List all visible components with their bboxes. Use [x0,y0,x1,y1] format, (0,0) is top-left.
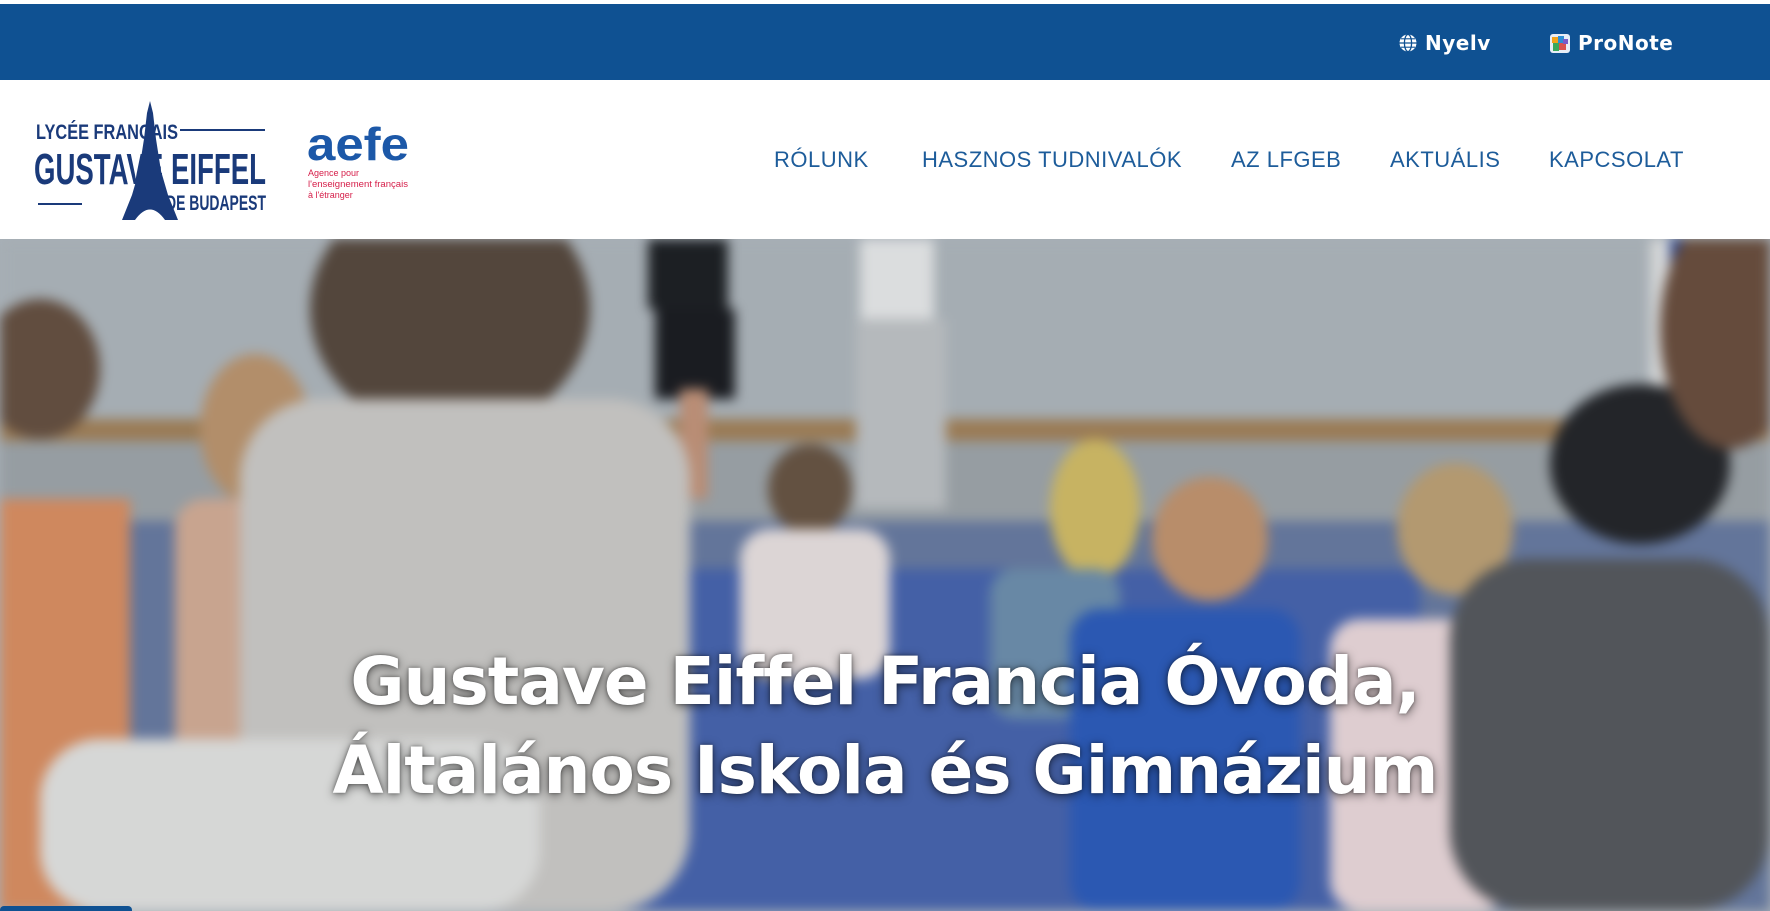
aefe-logo-line2: l'enseignement français [308,179,409,189]
language-label: Nyelv [1425,31,1491,55]
nav-item-aktualis[interactable]: AKTUÁLIS [1390,143,1500,177]
language-selector[interactable]: Nyelv [1398,28,1491,58]
hero-title-line-2: Általános Iskola és Gimnázium [332,732,1439,809]
aefe-logo-line3: à l'étranger [308,190,353,200]
hero-banner: Gustave Eiffel Francia Óvoda, Általános … [0,239,1770,911]
nav-item-kapcsolat[interactable]: KAPCSOLAT [1549,143,1684,177]
lycee-logo-line3: DE BUDAPEST [166,192,266,215]
corner-tab[interactable] [0,906,132,911]
site-header: LYCÉE FRANÇAIS GUSTAVE EIFFEL DE BUDAPES… [0,80,1770,239]
globe-icon [1399,33,1417,53]
hero-title-line-1: Gustave Eiffel Francia Óvoda, [350,643,1420,720]
top-utility-bar: Nyelv ProNote [0,4,1770,80]
hero-title: Gustave Eiffel Francia Óvoda, Általános … [0,637,1770,815]
lycee-logo-line1: LYCÉE FRANÇAIS [36,121,178,144]
pronote-label: ProNote [1578,31,1674,55]
nav-item-rolunk[interactable]: RÓLUNK [774,143,869,177]
pronote-icon [1550,34,1570,53]
pronote-link[interactable]: ProNote [1549,28,1673,58]
nav-item-hasznos-tudnivalok[interactable]: HASZNOS TUDNIVALÓK [922,143,1182,177]
nav-item-az-lfgeb[interactable]: AZ LFGEB [1231,143,1341,177]
main-navigation: RÓLUNK HASZNOS TUDNIVALÓK AZ LFGEB AKTUÁ… [0,143,1770,177]
